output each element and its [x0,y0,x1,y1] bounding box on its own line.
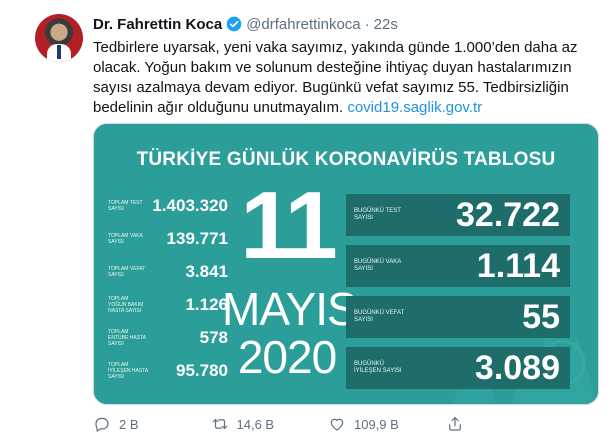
avatar-tie [57,45,61,59]
reply-icon [95,417,109,432]
today-recovered-value: 3.089 [474,348,560,387]
today-test-value: 32.722 [456,195,560,234]
tweet-text: Tedbirlere uyarsak, yeni vaka sayımız, y… [93,38,593,118]
verified-badge-icon [226,16,242,32]
card-title: TÜRKİYE GÜNLÜK KORONAVİRÜS TABLOSU [136,149,556,170]
share-button[interactable] [446,415,564,433]
today-death-value: 55 [522,297,560,336]
total-intubated-label: TOPLAM ENTÜBE HASTA SAYISI [108,329,146,347]
total-icu-value: 1.126 [185,295,228,314]
today-case-label: BUGÜNKÜ VAKA SAYISI [354,259,401,272]
retweet-icon [212,418,227,430]
tweet-link[interactable]: covid19.saglik.gov.tr [347,99,482,116]
today-case-value: 1.114 [476,246,560,285]
total-recovered-value: 95.780 [176,361,228,380]
total-recovered-label: TOPLAM İYİLEŞEN HASTA SAYISI [108,362,148,380]
date-month: MAYIS [222,283,358,335]
tweet-actions: 2 B 14,6 B 109,9 B [93,412,563,436]
today-death-label: BUGÜNKÜ VEFAT SAYISI [354,310,405,323]
share-icon [448,417,461,431]
total-icu-label: TOPLAM YOĞUN BAKIM HASTA SAYISI [108,296,144,314]
tweet-timestamp[interactable]: 22s [374,16,398,33]
date-day: 11 [240,172,337,279]
total-case-row: TOPLAM VAKA SAYISI 139.771 [108,227,228,251]
total-death-label: TOPLAM VEFAT SAYISI [108,266,146,278]
total-intubated-value: 578 [199,328,228,347]
retweet-count: 14,6 B [236,416,275,432]
like-count: 109,9 B [354,416,399,432]
total-death-row: TOPLAM VEFAT SAYISI 3.841 [108,260,228,284]
total-case-label: TOPLAM VAKA SAYISI [108,233,143,245]
total-case-value: 139.771 [166,229,228,248]
retweet-button[interactable]: 14,6 B [211,415,329,433]
reply-button[interactable]: 2 B [93,415,211,433]
total-test-label: TOPLAM TEST SAYISI [108,200,143,212]
header-separator: · [364,15,370,33]
avatar[interactable] [35,14,83,62]
total-recovered-row: TOPLAM İYİLEŞEN HASTA SAYISI 95.780 [108,359,228,383]
total-test-row: TOPLAM TEST SAYISI 1.403.320 [108,194,228,218]
today-recovered-label: BUGÜNKÜ İYİLEŞEN SAYISI [354,361,402,374]
heart-icon [330,418,344,431]
tweet[interactable]: Dr. Fahrettin Koca @drfahrettinkoca · 22… [0,0,612,444]
today-case-box: BUGÜNKÜ VAKA SAYISI 1.114 [346,245,570,287]
today-test-box: BUGÜNKÜ TEST SAYISI 32.722 [346,194,570,236]
tweet-body: Tedbirlere uyarsak, yeni vaka sayımız, y… [93,39,578,116]
today-recovered-box: BUGÜNKÜ İYİLEŞEN SAYISI 3.089 [346,347,570,389]
author-name[interactable]: Dr. Fahrettin Koca [93,16,222,33]
today-test-label: BUGÜNKÜ TEST SAYISI [354,208,401,221]
total-test-value: 1.403.320 [152,196,228,215]
date-year: 2020 [237,331,337,383]
reply-count: 2 B [119,416,139,432]
author-handle[interactable]: @drfahrettinkoca [246,16,360,33]
total-icu-row: TOPLAM YOĞUN BAKIM HASTA SAYISI 1.126 [108,293,228,317]
total-intubated-row: TOPLAM ENTÜBE HASTA SAYISI 578 [108,326,228,350]
tweet-media-image[interactable]: TÜRKİYE GÜNLÜK KORONAVİRÜS TABLOSU TOPLA… [93,123,599,405]
today-death-box: BUGÜNKÜ VEFAT SAYISI 55 [346,296,570,338]
tweet-header: Dr. Fahrettin Koca @drfahrettinkoca · 22… [93,14,398,34]
like-button[interactable]: 109,9 B [328,415,446,433]
total-death-value: 3.841 [185,262,228,281]
